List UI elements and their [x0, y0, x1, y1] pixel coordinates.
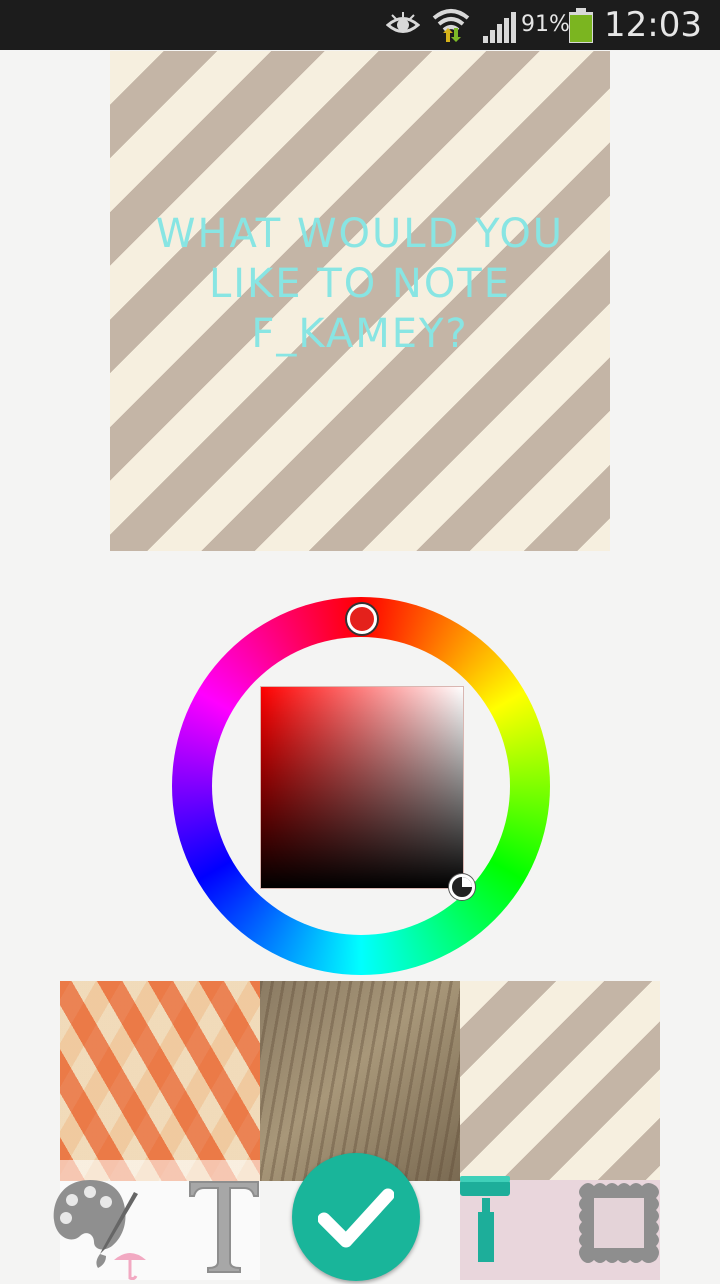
clock: 12:03 [604, 5, 702, 45]
confirm-button[interactable] [292, 1153, 420, 1281]
palette-icon[interactable] [50, 1176, 150, 1284]
background-swatch-geometric[interactable] [60, 981, 260, 1181]
note-text[interactable]: What would you like to note f_kamey? [120, 209, 600, 359]
status-bar: 91% 12:03 [0, 0, 720, 50]
saturation-handle[interactable] [449, 874, 475, 900]
saturation-value-square[interactable] [260, 686, 464, 889]
bottom-toolbar [0, 1153, 720, 1281]
battery-icon [567, 8, 595, 48]
text-tool-icon[interactable] [184, 1178, 264, 1278]
battery-percent: 91% [521, 12, 570, 37]
background-swatch-stripes[interactable] [460, 981, 660, 1181]
signal-icon [482, 10, 518, 48]
wifi-icon [432, 6, 470, 48]
hue-handle[interactable] [347, 604, 377, 634]
note-preview[interactable]: What would you like to note f_kamey? [110, 51, 610, 551]
background-swatch-bark[interactable] [260, 981, 460, 1181]
stamp-frame-icon[interactable] [574, 1178, 664, 1272]
paint-roller-icon[interactable] [460, 1176, 516, 1270]
eye-icon [385, 12, 421, 42]
check-icon [317, 1185, 395, 1253]
